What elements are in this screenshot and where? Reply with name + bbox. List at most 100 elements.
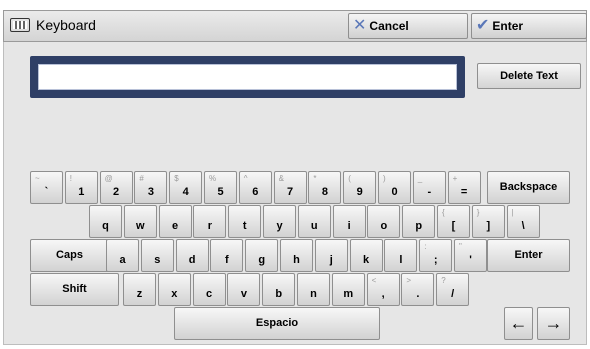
key-9[interactable]: (9	[343, 171, 377, 204]
enter-key[interactable]: Enter	[487, 239, 570, 272]
shift-key[interactable]: Shift	[30, 273, 119, 306]
key-shift-label: :	[424, 242, 427, 251]
key-label: d	[188, 254, 196, 266]
key-m[interactable]: m	[331, 273, 365, 306]
key-shift-label: <	[371, 276, 377, 285]
key-label: 8	[321, 186, 328, 198]
key-1[interactable]: ! 1	[64, 171, 98, 204]
key-'[interactable]: " '	[454, 239, 487, 272]
key-[[interactable]: {[	[437, 205, 470, 238]
key-7[interactable]: & 7	[273, 171, 307, 204]
key-t[interactable]: t	[228, 205, 262, 238]
key-z[interactable]: z	[123, 273, 156, 306]
key-p[interactable]: p	[402, 205, 436, 238]
key-label: Caps	[56, 249, 83, 261]
key-label: `	[44, 186, 49, 198]
key-shift-label: ~	[35, 174, 40, 183]
title-text: Keyboard	[36, 17, 96, 33]
key-u[interactable]: u	[297, 205, 331, 238]
key-shift-label: &	[278, 174, 284, 183]
key-/[interactable]: ? /	[436, 273, 470, 306]
key-j[interactable]: j	[314, 239, 348, 272]
space-bar[interactable]: Espacio	[174, 307, 380, 340]
key-x[interactable]: x	[157, 273, 191, 306]
key-d[interactable]: d	[175, 239, 209, 272]
checkmark-icon: ✔	[476, 17, 490, 34]
key-label: /	[451, 288, 455, 300]
text-input[interactable]	[38, 64, 457, 90]
key-i[interactable]: i	[332, 205, 366, 238]
key-shift-label: {	[442, 208, 445, 217]
key-shift-label: !	[69, 174, 73, 183]
key-label: p	[415, 220, 423, 232]
key-][interactable]: }]	[471, 205, 505, 238]
key-shift-label: %	[209, 174, 217, 183]
key-n[interactable]: n	[297, 273, 330, 306]
key-s[interactable]: s	[140, 239, 174, 272]
enter-label: Enter	[492, 19, 524, 33]
key-label: 9	[356, 186, 363, 198]
delete-text-button[interactable]: Delete Text	[477, 63, 581, 89]
key-label: '	[469, 254, 472, 266]
key-q[interactable]: q	[89, 205, 122, 238]
key-label: a	[119, 254, 126, 266]
key-label: Shift	[62, 283, 87, 295]
key-label: t	[242, 220, 247, 232]
key-k[interactable]: k	[349, 239, 383, 272]
key-label: s	[154, 254, 161, 266]
key-h[interactable]: h	[280, 239, 313, 272]
key-label: r	[207, 220, 213, 232]
backspace-key[interactable]: Backspace	[487, 171, 570, 204]
key-shift-label: (	[348, 174, 351, 183]
key-label: 2	[113, 186, 120, 198]
key-8[interactable]: * 8	[308, 171, 342, 204]
window-title: Keyboard	[10, 17, 96, 33]
key-.[interactable]: >.	[401, 273, 435, 306]
key-v[interactable]: v	[227, 273, 261, 306]
key-g[interactable]: g	[245, 239, 279, 272]
key-c[interactable]: c	[192, 273, 226, 306]
key-shift-label: @	[104, 174, 113, 183]
key-,[interactable]: <,	[366, 273, 400, 306]
key-label: y	[276, 220, 283, 232]
key-shift-label: *	[313, 174, 317, 183]
key-shift-label: _	[417, 174, 423, 183]
key-\[interactable]: | \	[506, 205, 540, 238]
key-5[interactable]: % 5	[204, 171, 237, 204]
left-arrow-key[interactable]: ←	[504, 307, 533, 340]
key-label: h	[293, 254, 300, 266]
key-6[interactable]: ^ 6	[238, 171, 272, 204]
key-r[interactable]: r	[193, 205, 227, 238]
key-11[interactable]: _ -	[412, 171, 446, 204]
key-0[interactable]: ~ `	[30, 171, 63, 204]
key-label: =	[460, 186, 468, 198]
key-4[interactable]: $4	[169, 171, 203, 204]
enter-button[interactable]: ✔ Enter	[471, 13, 587, 39]
key-3[interactable]: #3	[134, 171, 168, 204]
key-e[interactable]: e	[158, 205, 192, 238]
key-o[interactable]: o	[367, 205, 401, 238]
key-label: ]	[486, 220, 491, 232]
key-10[interactable]: ) 0	[378, 171, 411, 204]
key-label: q	[102, 220, 109, 232]
key-b[interactable]: b	[262, 273, 296, 306]
key-label: 6	[252, 186, 259, 198]
right-arrow-key[interactable]: →	[537, 307, 570, 340]
key-l[interactable]: l	[384, 239, 418, 272]
key-12[interactable]: + =	[447, 171, 481, 204]
key-f[interactable]: f	[210, 239, 244, 272]
key-label: e	[172, 220, 179, 232]
key-label: o	[380, 220, 388, 232]
key-a[interactable]: a	[106, 239, 139, 272]
cancel-button[interactable]: ✕ Cancel	[348, 13, 468, 39]
key-shift-label: #	[139, 174, 144, 183]
key-label: x	[171, 288, 178, 300]
key-w[interactable]: w	[123, 205, 157, 238]
key-label: w	[136, 220, 145, 232]
key-label: ,	[381, 288, 385, 300]
key-2[interactable]: @2	[99, 171, 133, 204]
key-;[interactable]: :;	[419, 239, 453, 272]
key-shift-label: }	[476, 208, 480, 217]
key-y[interactable]: y	[263, 205, 296, 238]
caps-key[interactable]: Caps	[30, 239, 109, 272]
